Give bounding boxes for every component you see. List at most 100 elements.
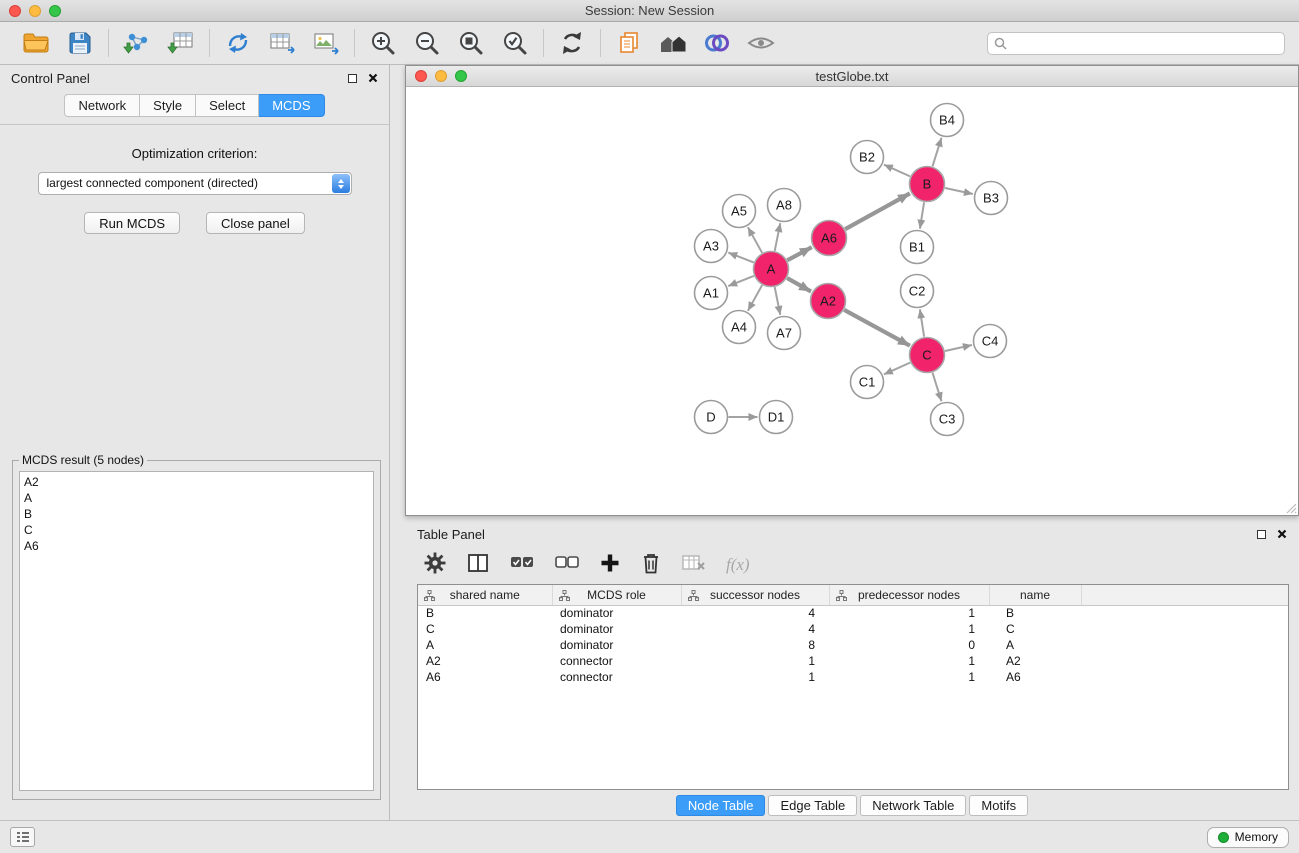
show-column-button[interactable] bbox=[466, 551, 490, 580]
folder-icon bbox=[22, 31, 50, 55]
tab-motifs[interactable]: Motifs bbox=[969, 795, 1028, 816]
zoom-fit-button[interactable] bbox=[455, 27, 487, 59]
task-history-button[interactable] bbox=[10, 827, 35, 847]
export-image-button[interactable] bbox=[310, 27, 342, 59]
deselect-all-columns-button[interactable] bbox=[554, 552, 580, 579]
zoom-out-button[interactable] bbox=[411, 27, 443, 59]
export-table-button[interactable] bbox=[266, 27, 298, 59]
result-item[interactable]: C bbox=[20, 522, 373, 538]
import-table-button[interactable] bbox=[165, 27, 197, 59]
save-session-button[interactable] bbox=[64, 27, 96, 59]
graph-edge[interactable] bbox=[884, 363, 910, 375]
table-settings-button[interactable] bbox=[423, 551, 447, 580]
float-table-panel-icon[interactable] bbox=[1257, 530, 1266, 539]
graph-edge[interactable] bbox=[775, 287, 781, 315]
table-cell-filler bbox=[1081, 605, 1288, 621]
column-header-predecessor-nodes[interactable]: predecessor nodes bbox=[829, 585, 989, 605]
network-canvas[interactable]: A5A8A3A1A4A7AA6A2BB1B2B3B4CC1C2C3C4DD1 bbox=[406, 87, 1298, 515]
tab-network[interactable]: Network bbox=[64, 94, 140, 117]
maximize-window-button[interactable] bbox=[49, 5, 61, 17]
function-builder-button[interactable]: f(x) bbox=[726, 555, 750, 575]
compare-networks-button[interactable] bbox=[701, 27, 733, 59]
graph-nodes: A5A8A3A1A4A7AA6A2BB1B2B3B4CC1C2C3C4DD1 bbox=[695, 104, 1008, 436]
delete-table-button[interactable] bbox=[681, 552, 707, 579]
graph-edge[interactable] bbox=[787, 278, 811, 291]
table-cell: dominator bbox=[552, 605, 681, 621]
graph-edge[interactable] bbox=[775, 223, 781, 251]
network-minimize-button[interactable] bbox=[435, 70, 447, 82]
node-table[interactable]: shared name MCDS role successor nodes bbox=[417, 584, 1289, 790]
zoom-in-button[interactable] bbox=[367, 27, 399, 59]
float-panel-icon[interactable] bbox=[348, 74, 357, 83]
graph-edge[interactable] bbox=[933, 138, 942, 167]
select-all-columns-button[interactable] bbox=[509, 552, 535, 579]
close-window-button[interactable] bbox=[9, 5, 21, 17]
refresh-view-button[interactable] bbox=[556, 27, 588, 59]
graph-edge[interactable] bbox=[945, 188, 973, 194]
graph-node-label: C2 bbox=[909, 284, 926, 299]
tab-style[interactable]: Style bbox=[140, 94, 196, 117]
graph-edge[interactable] bbox=[787, 247, 812, 260]
graph-edge[interactable] bbox=[748, 285, 762, 311]
add-column-button[interactable] bbox=[599, 552, 621, 579]
minimize-window-button[interactable] bbox=[29, 5, 41, 17]
mcds-result-list[interactable]: A2ABCA6 bbox=[19, 471, 374, 791]
close-panel-button[interactable]: Close panel bbox=[206, 212, 305, 234]
resize-grip[interactable] bbox=[1285, 502, 1297, 514]
delete-column-button[interactable] bbox=[640, 551, 662, 580]
zoom-selected-button[interactable] bbox=[499, 27, 531, 59]
table-cell: B bbox=[989, 605, 1081, 621]
import-network-button[interactable] bbox=[121, 27, 153, 59]
tab-node-table[interactable]: Node Table bbox=[676, 795, 766, 816]
result-item[interactable]: B bbox=[20, 506, 373, 522]
result-item[interactable]: A bbox=[20, 490, 373, 506]
result-item[interactable]: A6 bbox=[20, 538, 373, 554]
table-row[interactable]: Bdominator41B bbox=[418, 605, 1288, 621]
open-documentation-button[interactable] bbox=[613, 27, 645, 59]
column-header-name[interactable]: name bbox=[989, 585, 1081, 605]
list-icon bbox=[16, 831, 30, 843]
search-input[interactable] bbox=[1011, 36, 1278, 50]
graph-edge[interactable] bbox=[728, 253, 753, 263]
graph-edge[interactable] bbox=[728, 276, 754, 286]
import-table-icon bbox=[167, 30, 195, 56]
memory-button[interactable]: Memory bbox=[1207, 827, 1289, 848]
tab-select[interactable]: Select bbox=[196, 94, 259, 117]
network-maximize-button[interactable] bbox=[455, 70, 467, 82]
network-close-button[interactable] bbox=[415, 70, 427, 82]
table-row[interactable]: A6connector11A6 bbox=[418, 669, 1288, 685]
show-hide-button[interactable] bbox=[745, 27, 777, 59]
eye-icon bbox=[747, 32, 775, 54]
graph-edge[interactable] bbox=[945, 345, 972, 351]
graph-edge[interactable] bbox=[845, 193, 910, 229]
column-header-successor-nodes[interactable]: successor nodes bbox=[681, 585, 829, 605]
result-item[interactable]: A2 bbox=[20, 474, 373, 490]
close-table-panel-icon[interactable] bbox=[1277, 529, 1287, 539]
table-row[interactable]: Adominator80A bbox=[418, 637, 1288, 653]
graph-node-label: B2 bbox=[859, 150, 875, 165]
run-mcds-button[interactable]: Run MCDS bbox=[84, 212, 180, 234]
graph-edge[interactable] bbox=[748, 227, 762, 253]
table-cell-filler bbox=[1081, 621, 1288, 637]
graph-edge[interactable] bbox=[920, 202, 924, 228]
open-session-button[interactable] bbox=[20, 27, 52, 59]
search-box[interactable] bbox=[987, 32, 1285, 55]
tab-mcds[interactable]: MCDS bbox=[259, 94, 324, 117]
graph-edge[interactable] bbox=[884, 165, 910, 177]
column-header-shared-name[interactable]: shared name bbox=[418, 585, 552, 605]
tab-edge-table[interactable]: Edge Table bbox=[768, 795, 857, 816]
graph-edge[interactable] bbox=[844, 310, 910, 346]
table-header-filler bbox=[1081, 585, 1288, 605]
network-view-window: testGlobe.txt A5A8A3A1A4A7 bbox=[405, 65, 1299, 516]
criterion-dropdown[interactable]: largest connected component (directed) bbox=[38, 172, 352, 195]
home-icon bbox=[657, 31, 689, 55]
table-row[interactable]: Cdominator41C bbox=[418, 621, 1288, 637]
new-network-button[interactable] bbox=[222, 27, 254, 59]
close-panel-icon[interactable] bbox=[368, 73, 378, 83]
home-button[interactable] bbox=[657, 27, 689, 59]
column-header-mcds-role[interactable]: MCDS role bbox=[552, 585, 681, 605]
graph-edge[interactable] bbox=[920, 309, 924, 336]
graph-edge[interactable] bbox=[933, 373, 942, 402]
tab-network-table[interactable]: Network Table bbox=[860, 795, 966, 816]
table-row[interactable]: A2connector11A2 bbox=[418, 653, 1288, 669]
